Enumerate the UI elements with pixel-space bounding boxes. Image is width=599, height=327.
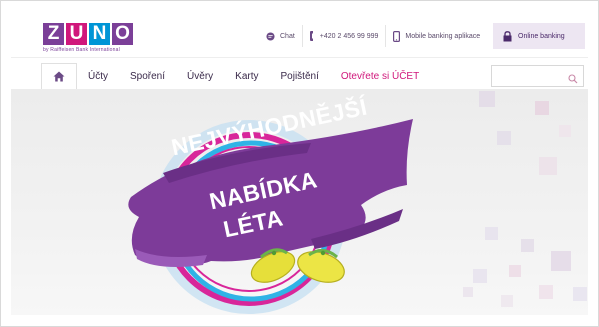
mobile-banking-label: Mobile banking aplikace: [405, 32, 481, 40]
nav-item-uvery[interactable]: Úvěry: [176, 63, 224, 89]
nav-item-karty[interactable]: Karty: [224, 63, 269, 89]
main-nav: Účty Spoření Úvěry Karty Pojištění Otevř…: [41, 63, 430, 89]
chat-link[interactable]: Chat: [259, 25, 303, 47]
mobile-banking-link[interactable]: Mobile banking aplikace: [386, 25, 487, 47]
search-icon: [568, 71, 578, 89]
phone-label: +420 2 456 99 999: [319, 32, 379, 40]
logo-tagline: by Raiffeisen Bank International: [43, 47, 120, 53]
nav-item-ucty[interactable]: Účty: [77, 63, 119, 89]
online-banking-button[interactable]: Online banking: [493, 23, 585, 49]
nav-item-open-account[interactable]: Otevřete si ÚČET: [330, 63, 430, 89]
home-icon: [53, 71, 65, 82]
logo-letter-z: Z: [43, 23, 64, 45]
logo-letters: Z U N O: [43, 23, 133, 45]
hero-banner[interactable]: NEJVÝHODNĚJŠÍ NABÍDKA LÉTA: [11, 89, 588, 315]
phone-icon: [309, 31, 313, 41]
chat-icon: [266, 31, 275, 41]
nav-home[interactable]: [41, 63, 77, 89]
nav-item-sporeni[interactable]: Spoření: [119, 63, 176, 89]
logo-letter-u: U: [66, 23, 87, 45]
lock-icon: [503, 30, 512, 41]
logo-letter-n: N: [89, 23, 110, 45]
promo-artwork: [128, 119, 413, 314]
chat-label: Chat: [280, 32, 295, 40]
mobile-phone-icon: [393, 30, 401, 42]
nav-item-pojisteni[interactable]: Pojištění: [270, 63, 330, 89]
logo-letter-o: O: [112, 23, 133, 45]
search-box[interactable]: [491, 65, 584, 87]
zuno-logo[interactable]: Z U N O by Raiffeisen Bank International: [43, 23, 133, 53]
header-divider: [11, 57, 588, 58]
utility-bar: Chat +420 2 456 99 999 Mobile banking ap…: [259, 25, 487, 47]
phone-link[interactable]: +420 2 456 99 999: [303, 25, 387, 47]
online-banking-label: Online banking: [518, 32, 565, 40]
browser-frame: Z U N O by Raiffeisen Bank International…: [0, 0, 599, 327]
